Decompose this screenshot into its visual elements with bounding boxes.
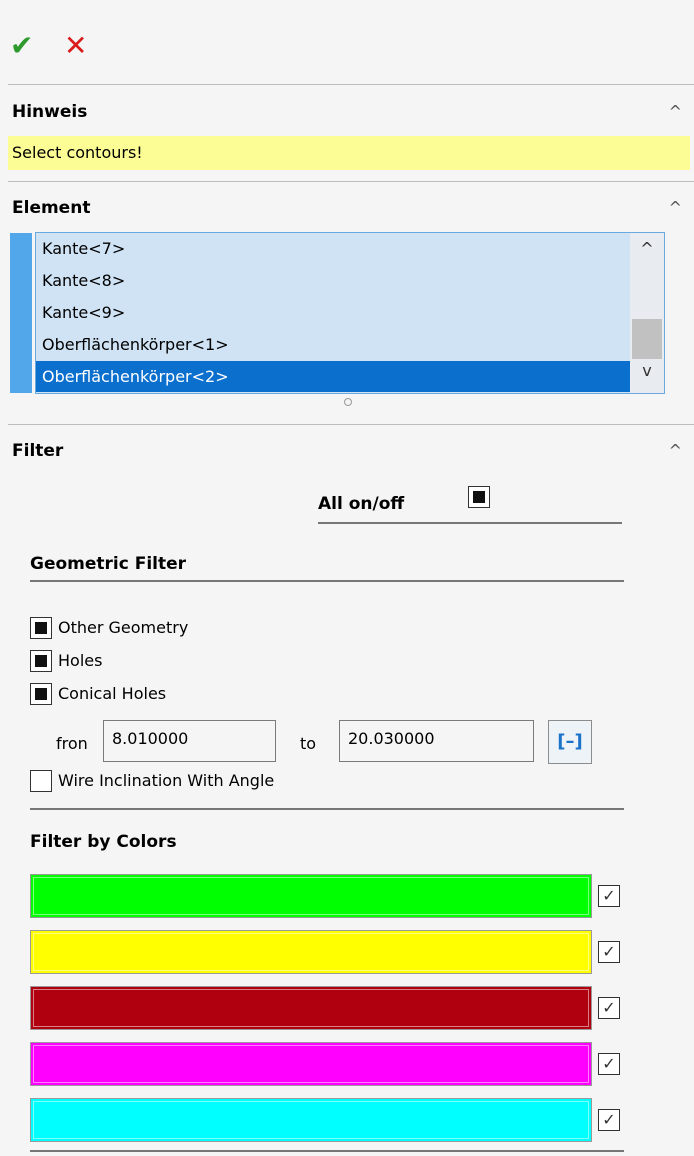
collapse-filter-chevron-icon[interactable]: ^: [669, 441, 682, 460]
list-item[interactable]: Kante<9>: [36, 297, 630, 328]
list-item[interactable]: Kante<8>: [36, 265, 630, 296]
list-item[interactable]: Oberflächenkörper<1>: [36, 329, 630, 360]
color-swatch[interactable]: [30, 874, 592, 918]
cancel-icon[interactable]: ✕: [64, 30, 87, 62]
wire-inclination-checkbox[interactable]: [30, 770, 52, 792]
element-listbox[interactable]: Kante<7> Kante<8> Kante<9> Oberflächenkö…: [35, 232, 665, 394]
divider: [8, 181, 694, 182]
all-toggle-label: All on/off: [318, 494, 405, 514]
hint-section-title: Hinweis: [12, 102, 88, 122]
holes-label: Holes: [58, 651, 103, 670]
list-item[interactable]: Kante<7>: [36, 233, 630, 264]
color-swatch[interactable]: [30, 986, 592, 1030]
divider: [30, 580, 624, 582]
all-toggle-checkbox[interactable]: [468, 486, 490, 508]
hint-message: Select contours!: [8, 136, 690, 170]
color-swatch[interactable]: [30, 1042, 592, 1086]
color-swatch-checkbox[interactable]: ✓: [598, 941, 620, 963]
filter-section-title: Filter: [12, 441, 64, 461]
to-input[interactable]: 20.030000: [339, 720, 534, 762]
conical-holes-checkbox[interactable]: [30, 683, 52, 705]
collapse-element-chevron-icon[interactable]: ^: [669, 198, 682, 217]
divider: [30, 808, 624, 810]
element-section-title: Element: [12, 198, 91, 218]
divider: [318, 522, 622, 524]
resize-grip-icon[interactable]: [344, 398, 352, 406]
color-swatch-checkbox[interactable]: ✓: [598, 885, 620, 907]
holes-checkbox[interactable]: [30, 650, 52, 672]
to-label: to: [300, 734, 317, 753]
scroll-up-icon[interactable]: ^: [630, 239, 664, 258]
scroll-down-icon[interactable]: v: [630, 361, 664, 380]
from-label: fron: [56, 734, 88, 753]
ok-icon[interactable]: ✔: [10, 30, 33, 62]
color-swatch[interactable]: [30, 930, 592, 974]
other-geometry-checkbox[interactable]: [30, 617, 52, 639]
from-input[interactable]: 8.010000: [103, 720, 276, 762]
color-swatch-checkbox[interactable]: ✓: [598, 1053, 620, 1075]
collapse-hint-chevron-icon[interactable]: ^: [669, 102, 682, 121]
geometric-filter-title: Geometric Filter: [30, 554, 187, 574]
conical-holes-label: Conical Holes: [58, 684, 167, 703]
color-swatch[interactable]: [30, 1098, 592, 1142]
range-reset-button[interactable]: [–]: [548, 720, 592, 764]
color-swatch-checkbox[interactable]: ✓: [598, 997, 620, 1019]
list-item-selected[interactable]: Oberflächenkörper<2>: [36, 361, 630, 392]
list-accent-bar: [10, 233, 32, 393]
color-swatch-checkbox[interactable]: ✓: [598, 1109, 620, 1131]
filter-by-colors-title: Filter by Colors: [30, 832, 177, 852]
divider: [8, 424, 694, 425]
wire-inclination-label: Wire Inclination With Angle: [58, 771, 275, 790]
other-geometry-label: Other Geometry: [58, 618, 189, 637]
list-scrollbar[interactable]: ^ v: [630, 233, 664, 393]
scroll-thumb[interactable]: [632, 319, 662, 359]
divider: [8, 84, 694, 85]
divider: [30, 1150, 624, 1152]
